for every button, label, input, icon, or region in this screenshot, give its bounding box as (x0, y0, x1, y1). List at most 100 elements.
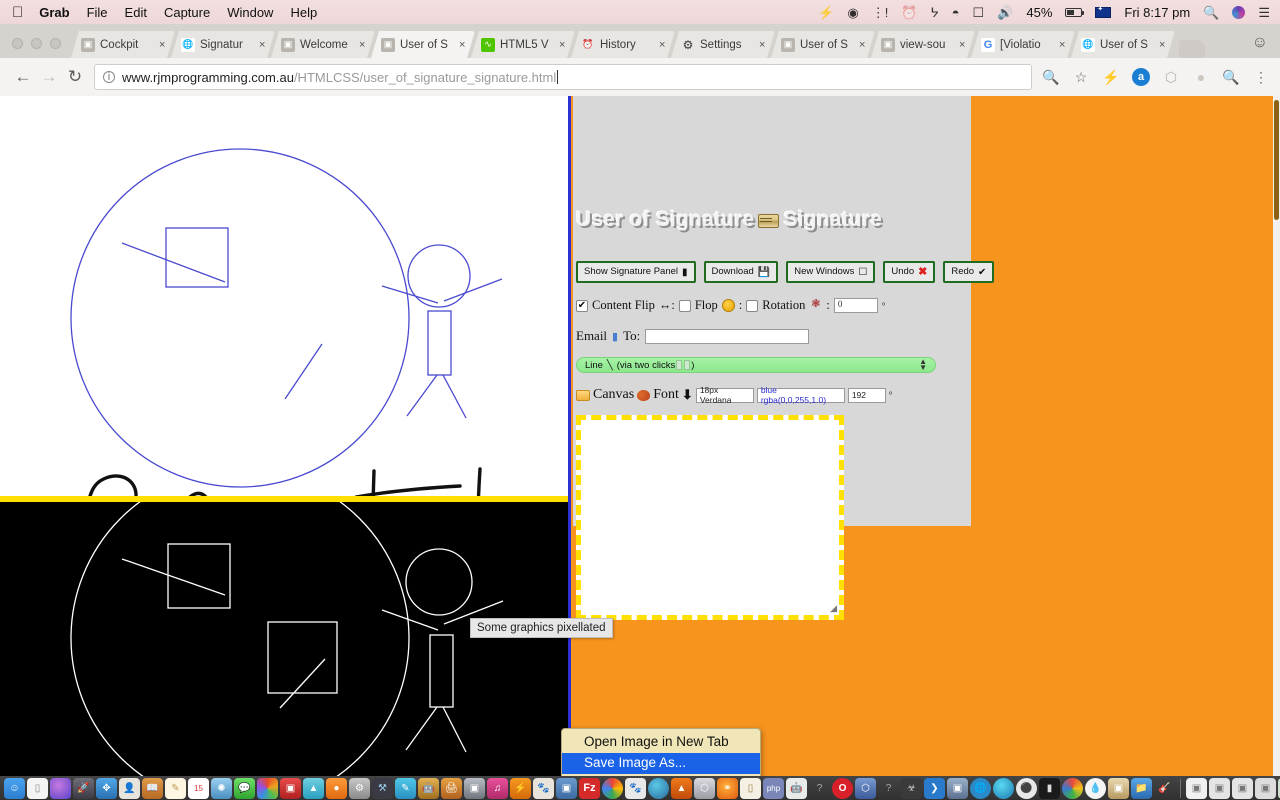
volume-icon[interactable]: 🔊 (997, 6, 1013, 19)
app-store-icon[interactable] (257, 777, 278, 799)
gimp-icon[interactable]: 🐾 (533, 777, 554, 799)
tab-view-source[interactable]: ▣ view-sou × (871, 31, 975, 58)
back-button[interactable]: ← (10, 67, 36, 87)
apple-menu-icon[interactable]:  (12, 5, 23, 20)
sketchup-icon[interactable]: ⬡ (855, 777, 876, 799)
maps-icon[interactable]: ▲ (303, 777, 324, 799)
unknown-icon[interactable]: ? (809, 778, 830, 799)
content-flip-checkbox[interactable]: ✔ (576, 299, 588, 312)
contacts-icon[interactable]: 👤 (119, 777, 140, 799)
close-window-button[interactable] (12, 38, 23, 49)
email-to-input[interactable] (645, 328, 810, 344)
safari-icon[interactable]: ✥ (96, 777, 117, 799)
menu-help[interactable]: Help (290, 5, 317, 20)
pane-split-line[interactable] (568, 96, 571, 776)
tab-close-icon[interactable]: × (259, 39, 269, 51)
tab-violation[interactable]: G [Violatio × (971, 31, 1075, 58)
tab-user-of-signature-active[interactable]: ▣ User of S × (371, 31, 475, 58)
notes-icon[interactable]: ✎ (165, 777, 186, 799)
vertical-scrollbar[interactable] (1273, 96, 1280, 776)
vscode-icon[interactable]: ❯ (924, 777, 945, 799)
firefox-icon[interactable]: ⚭ (717, 777, 738, 799)
keyboard-dots-icon[interactable]: ⋮! (872, 6, 889, 19)
avast-status-icon[interactable]: ⚡ (818, 6, 834, 19)
tab-close-icon[interactable]: × (159, 39, 169, 51)
color-input[interactable]: blue rgba(0,0,255,1.0) (756, 385, 845, 405)
tab-user-of-signature-3[interactable]: 🌐 User of S × (1071, 31, 1175, 58)
menu-kebab-icon[interactable]: ⋮ (1252, 68, 1270, 86)
bluetooth-icon[interactable]: ᔭ (931, 6, 939, 19)
tab-close-icon[interactable]: × (759, 39, 769, 51)
folder-blue-icon[interactable]: 📁 (1131, 777, 1152, 799)
vlc-icon[interactable]: ▲ (671, 777, 692, 799)
globe-icon[interactable]: 🌐 (970, 777, 991, 799)
signature-textarea[interactable]: ◢ (576, 415, 844, 620)
site-info-icon[interactable]: i (103, 71, 115, 83)
printer-icon[interactable]: 🖨 (441, 777, 462, 799)
reminders-icon[interactable]: ● (326, 777, 347, 799)
php-icon[interactable]: php (763, 777, 784, 799)
download-button[interactable]: Download 💾 (703, 261, 779, 284)
tab-close-icon[interactable]: × (559, 39, 569, 51)
menubar-clock[interactable]: Fri 8:17 pm (1124, 5, 1190, 20)
image-icon[interactable]: ▣ (947, 777, 968, 799)
tab-settings[interactable]: ⚙ Settings × (671, 31, 775, 58)
scrollbar-thumb[interactable] (1274, 100, 1279, 220)
context-menu-item-save-image-as[interactable]: Save Image As... (562, 753, 760, 774)
archive-icon[interactable]: ▣ (1108, 777, 1129, 799)
minimized-window-4[interactable]: ▣ (1255, 777, 1276, 799)
battery-icon[interactable] (1065, 7, 1085, 17)
resize-handle-icon[interactable]: ◢ (830, 603, 837, 614)
tab-close-icon[interactable]: × (1059, 39, 1069, 51)
search-icon[interactable]: 🔍 (1222, 68, 1240, 86)
minimize-window-button[interactable] (31, 38, 42, 49)
canvas-rotation-input[interactable]: 192 (847, 387, 886, 403)
rotation-checkbox[interactable] (746, 299, 759, 312)
font-input[interactable]: 18px Verdana (695, 385, 754, 405)
redo-button[interactable]: Redo ✔ (943, 261, 995, 284)
calendar-icon[interactable]: 15 (188, 777, 209, 799)
chrome-icon[interactable] (602, 777, 623, 799)
zoom-out-icon[interactable]: 🔍 (1042, 68, 1060, 86)
books-icon[interactable]: 📖 (142, 777, 163, 799)
context-menu-item-open-image-new-tab[interactable]: Open Image in New Tab (562, 732, 760, 753)
tab-close-icon[interactable]: × (959, 39, 969, 51)
wine-icon[interactable]: ☣ (901, 777, 922, 799)
timemachine-icon[interactable]: ⏰ (901, 6, 917, 19)
avast-icon[interactable]: ⚡ (510, 777, 531, 799)
automator-icon[interactable]: 🤖 (418, 777, 439, 799)
tab-signature[interactable]: 🌐 Signatur × (171, 31, 275, 58)
tab-close-icon[interactable]: × (459, 39, 469, 51)
undo-button[interactable]: Undo ✖ (883, 261, 936, 284)
finder-icon[interactable]: ☺ (4, 777, 25, 799)
messages-icon[interactable]: 💬 (234, 777, 255, 799)
search-icon[interactable]: 🔍 (1203, 6, 1219, 19)
menu-edit[interactable]: Edit (125, 5, 147, 20)
tab-close-icon[interactable]: × (1159, 39, 1169, 51)
mail-icon[interactable]: ▣ (280, 777, 301, 799)
address-bar[interactable]: i www.rjmprogramming.com.au/HTMLCSS/user… (94, 64, 1032, 90)
dolphin-icon[interactable] (993, 777, 1014, 799)
dark-drawing-canvas[interactable] (0, 502, 568, 776)
zoom-window-button[interactable] (50, 38, 61, 49)
australia-flag-icon[interactable] (1095, 5, 1112, 18)
siri-icon[interactable] (50, 777, 71, 799)
virtualbox-icon[interactable]: ⬡ (694, 777, 715, 799)
opera-icon[interactable]: O (832, 777, 853, 799)
tab-close-icon[interactable]: × (859, 39, 869, 51)
reload-button[interactable]: ↻ (62, 67, 88, 87)
tab-close-icon[interactable]: × (359, 39, 369, 51)
menu-file[interactable]: File (87, 5, 108, 20)
pages-icon[interactable]: ▯ (27, 777, 48, 799)
tab-user-of-signature-2[interactable]: ▣ User of S × (771, 31, 875, 58)
minimized-window-1[interactable]: ▣ (1186, 777, 1207, 799)
opera-blue-icon[interactable] (648, 777, 669, 799)
siri-icon[interactable] (1232, 5, 1246, 19)
wifi-icon[interactable]: ◓ (952, 6, 960, 19)
grey-extension-icon[interactable]: ● (1192, 68, 1210, 86)
minimized-window-2[interactable]: ▣ (1209, 777, 1230, 799)
tab-welcome[interactable]: ▣ Welcome × (271, 31, 375, 58)
filezilla-icon[interactable]: Fz (579, 777, 600, 799)
menu-capture[interactable]: Capture (164, 5, 210, 20)
drop-icon[interactable]: 💧 (1085, 777, 1106, 799)
